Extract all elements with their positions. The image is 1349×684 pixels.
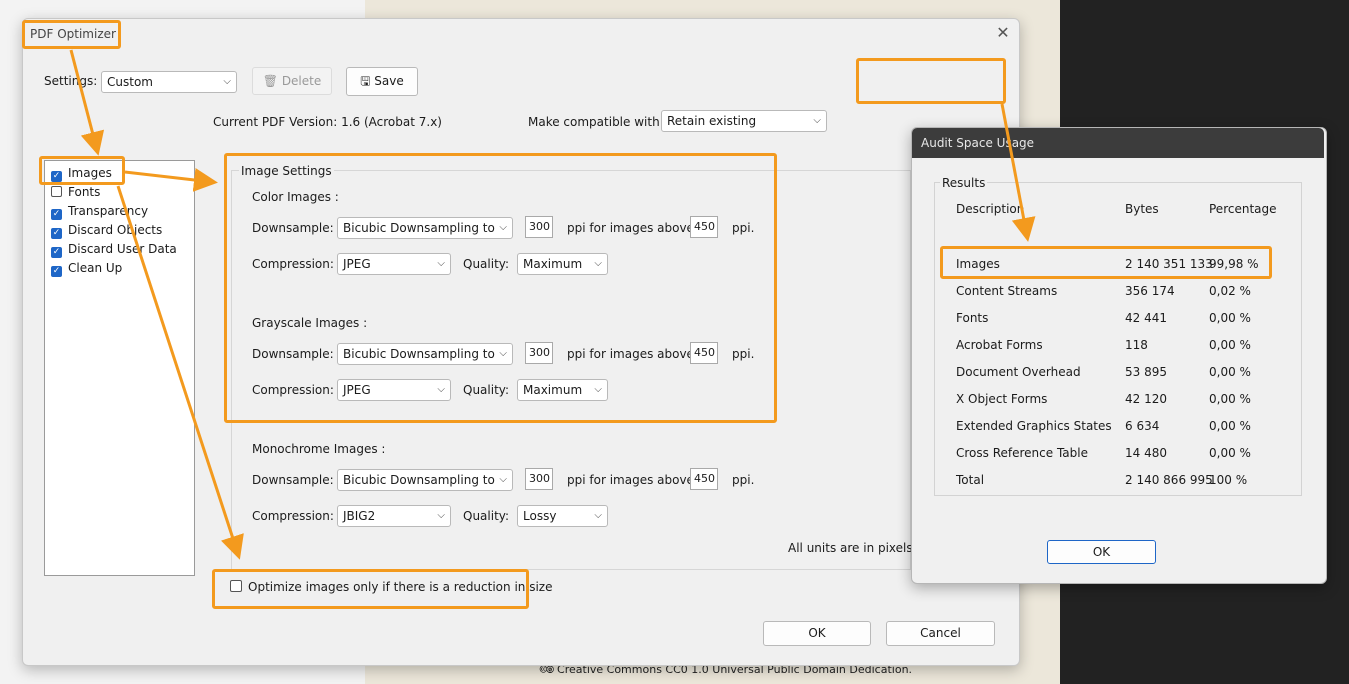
arrow-images-to-settings [124, 168, 218, 192]
annotation-arrows [69, 49, 1036, 560]
arrow-title-to-images [69, 49, 105, 156]
arrow-images-to-optimize [116, 185, 244, 560]
arrow-audit-to-row [1000, 103, 1036, 242]
